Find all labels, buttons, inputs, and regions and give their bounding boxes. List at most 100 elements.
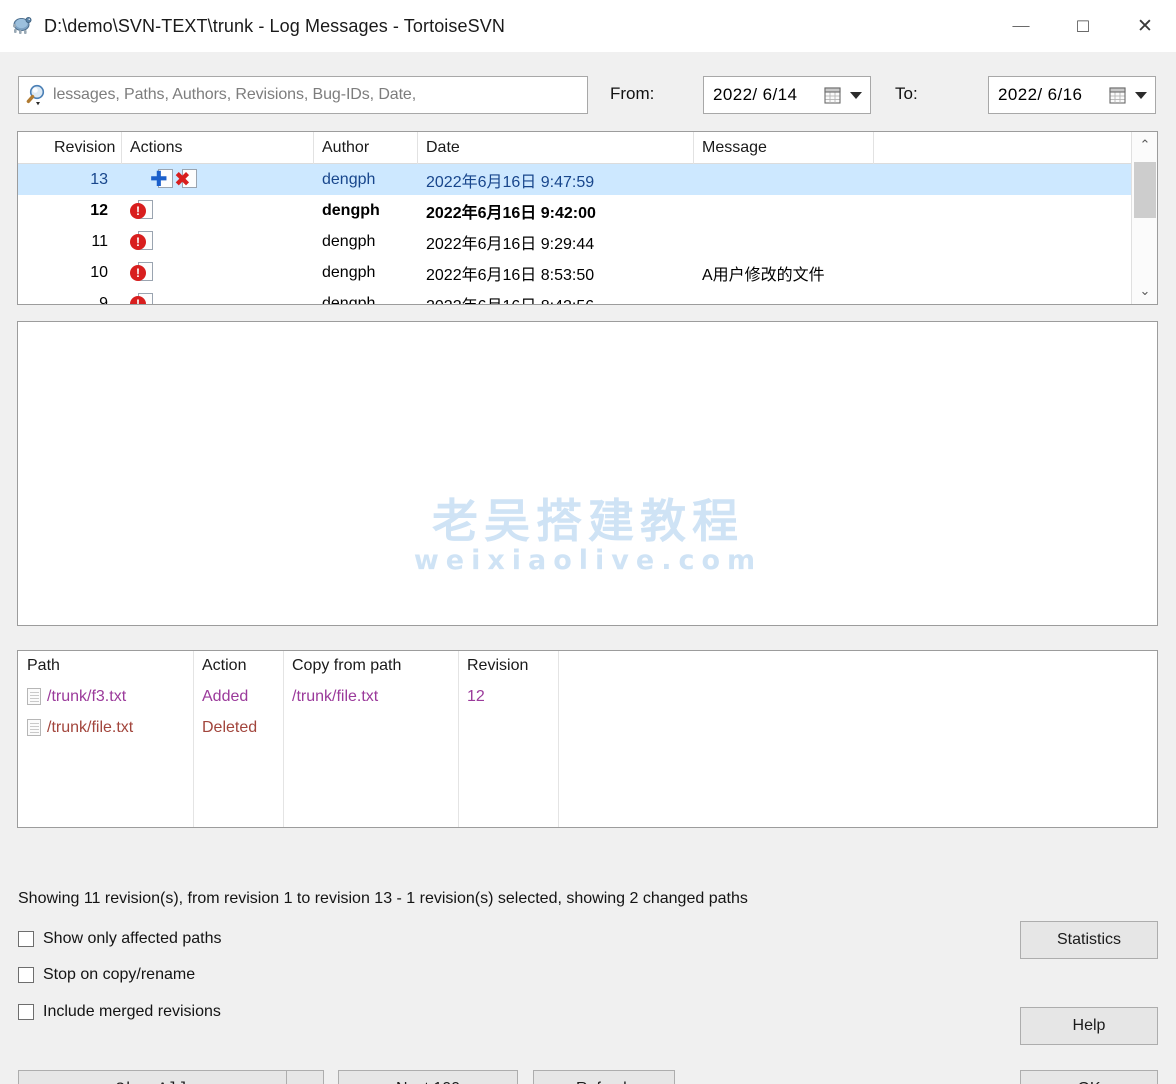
path-column-divider[interactable] (558, 651, 559, 827)
path-column-divider[interactable] (193, 651, 194, 827)
action-added-icon: ✚✖ (150, 169, 198, 191)
revision-row[interactable]: 12!dengph2022年6月16日 9:42:00 (18, 195, 1157, 226)
revision-cell-message: A用户修改的文件 (694, 257, 874, 288)
revision-cell-number: 13 (18, 164, 122, 195)
chevron-down-icon[interactable] (850, 92, 862, 99)
checkbox-box[interactable] (18, 1004, 34, 1020)
column-header-path[interactable]: Path (18, 651, 193, 681)
action-modified-icon: ! (130, 293, 154, 306)
column-header-actions[interactable]: Actions (122, 132, 314, 164)
statistics-button[interactable]: Statistics (1020, 921, 1158, 959)
revision-row[interactable]: 10!dengph2022年6月16日 8:53:50A用户修改的文件 (18, 257, 1157, 288)
help-button[interactable]: Help (1020, 1007, 1158, 1045)
action-modified-icon: ! (130, 262, 154, 284)
from-label: From: (610, 84, 654, 104)
changed-paths-header: Path Action Copy from path Revision (18, 651, 1157, 681)
revision-list-scrollbar[interactable]: ⌃ ⌄ (1131, 132, 1157, 304)
show-all-button[interactable]: Show All (18, 1070, 286, 1084)
revision-row[interactable]: 13 ✚✖ dengph2022年6月16日 9:47:59 (18, 164, 1157, 195)
action-modified-icon: ! (130, 231, 154, 253)
changed-paths-rows: /trunk/f3.txtAdded/trunk/file.txt12/trun… (18, 681, 1157, 743)
minimize-button[interactable]: — (990, 0, 1052, 52)
revision-cell-author: dengph (314, 288, 418, 305)
to-date-value: 2022/ 6/16 (998, 85, 1082, 105)
chevron-down-icon[interactable] (1135, 92, 1147, 99)
search-icon (25, 82, 51, 108)
column-header-action[interactable]: Action (193, 651, 283, 681)
show-all-prefix: Show (115, 1080, 157, 1084)
checkbox-label: Include merged revisions (43, 1003, 221, 1021)
path-cell-action: Added (193, 681, 283, 712)
path-row[interactable]: /trunk/file.txt Deleted (18, 712, 1157, 743)
revision-cell-actions: ! (122, 195, 314, 226)
refresh-button[interactable]: Refresh (533, 1070, 675, 1084)
path-cell-copy-from (283, 712, 458, 743)
revision-list[interactable]: Revision Actions Author Date Message 13 ✚… (17, 131, 1158, 305)
show-all-suffix: ll (168, 1080, 189, 1084)
tortoise-icon (10, 14, 34, 38)
scroll-up-icon[interactable]: ⌃ (1132, 132, 1158, 158)
path-cell-path: /trunk/file.txt (18, 712, 193, 743)
window-controls: — □ ✕ (990, 0, 1176, 52)
path-text: /trunk/file.txt (47, 719, 133, 737)
revision-cell-number: 9 (18, 288, 122, 305)
to-date-field[interactable]: 2022/ 6/16 (988, 76, 1156, 114)
from-date-value: 2022/ 6/14 (713, 85, 797, 105)
revision-cell-author: dengph (314, 226, 418, 257)
dialog-body: lessages, Paths, Authors, Revisions, Bug… (0, 52, 1176, 1084)
column-header-path-revision[interactable]: Revision (458, 651, 558, 681)
revision-cell-date: 2022年6月16日 9:42:00 (418, 195, 694, 226)
scroll-down-icon[interactable]: ⌄ (1132, 278, 1158, 304)
checkbox-label: Show only affected paths (43, 930, 222, 948)
revision-cell-message (694, 195, 874, 226)
maximize-button[interactable]: □ (1052, 0, 1114, 52)
revision-row[interactable]: 9! dengph2022年6月16日 8:42:56 (18, 288, 1157, 305)
revision-cell-date: 2022年6月16日 9:47:59 (418, 164, 694, 195)
checkbox-stop-on-copy-rename[interactable]: Stop on copy/rename (18, 966, 195, 984)
path-column-divider[interactable] (283, 651, 284, 827)
column-header-revision[interactable]: Revision (18, 132, 122, 164)
show-all-split-button: Show All (18, 1070, 324, 1084)
path-row[interactable]: /trunk/f3.txtAdded/trunk/file.txt12 (18, 681, 1157, 712)
column-header-date[interactable]: Date (418, 132, 694, 164)
status-text: Showing 11 revision(s), from revision 1 … (18, 890, 748, 908)
checkbox-label: Stop on copy/rename (43, 966, 195, 984)
path-cell-action: Deleted (193, 712, 283, 743)
checkbox-box[interactable] (18, 967, 34, 983)
calendar-icon (1109, 86, 1127, 105)
revision-cell-actions: ! (122, 226, 314, 257)
path-column-divider[interactable] (458, 651, 459, 827)
from-date-field[interactable]: 2022/ 6/14 (703, 76, 871, 114)
revision-cell-author: dengph (314, 257, 418, 288)
search-placeholder-text: lessages, Paths, Authors, Revisions, Bug… (53, 86, 416, 104)
column-header-author[interactable]: Author (314, 132, 418, 164)
calendar-icon (824, 86, 842, 105)
column-header-message[interactable]: Message (694, 132, 874, 164)
commit-message-box[interactable] (17, 321, 1158, 626)
revision-cell-actions: ✚✖ (122, 164, 314, 195)
checkbox-box[interactable] (18, 931, 34, 947)
revision-cell-author: dengph (314, 164, 418, 195)
checkbox-include-merged-revisions[interactable]: Include merged revisions (18, 1003, 221, 1021)
revision-cell-date: 2022年6月16日 8:42:56 (418, 288, 694, 305)
ok-button[interactable]: OK (1020, 1070, 1158, 1084)
checkbox-show-only-affected-paths[interactable]: Show only affected paths (18, 930, 222, 948)
revision-list-rows: 13✚✖dengph2022年6月16日 9:47:5912!dengph202… (18, 164, 1157, 305)
revision-cell-number: 10 (18, 257, 122, 288)
scrollbar-thumb[interactable] (1134, 162, 1156, 218)
filter-row: lessages, Paths, Authors, Revisions, Bug… (0, 76, 1176, 116)
revision-cell-message (694, 164, 874, 195)
show-all-dropdown-arrow-icon[interactable] (286, 1070, 324, 1084)
next-100-button[interactable]: Next 100 (338, 1070, 518, 1084)
revision-cell-number: 11 (18, 226, 122, 257)
revision-cell-message (694, 226, 874, 257)
revision-cell-number: 12 (18, 195, 122, 226)
search-input[interactable]: lessages, Paths, Authors, Revisions, Bug… (18, 76, 588, 114)
file-icon (27, 688, 41, 705)
revision-row[interactable]: 11!dengph2022年6月16日 9:29:44 (18, 226, 1157, 257)
revision-cell-message (694, 288, 874, 305)
column-header-copy-from-path[interactable]: Copy from path (283, 651, 458, 681)
close-button[interactable]: ✕ (1114, 0, 1176, 52)
path-text: /trunk/f3.txt (47, 688, 126, 706)
changed-paths-list[interactable]: Path Action Copy from path Revision /tru… (17, 650, 1158, 828)
